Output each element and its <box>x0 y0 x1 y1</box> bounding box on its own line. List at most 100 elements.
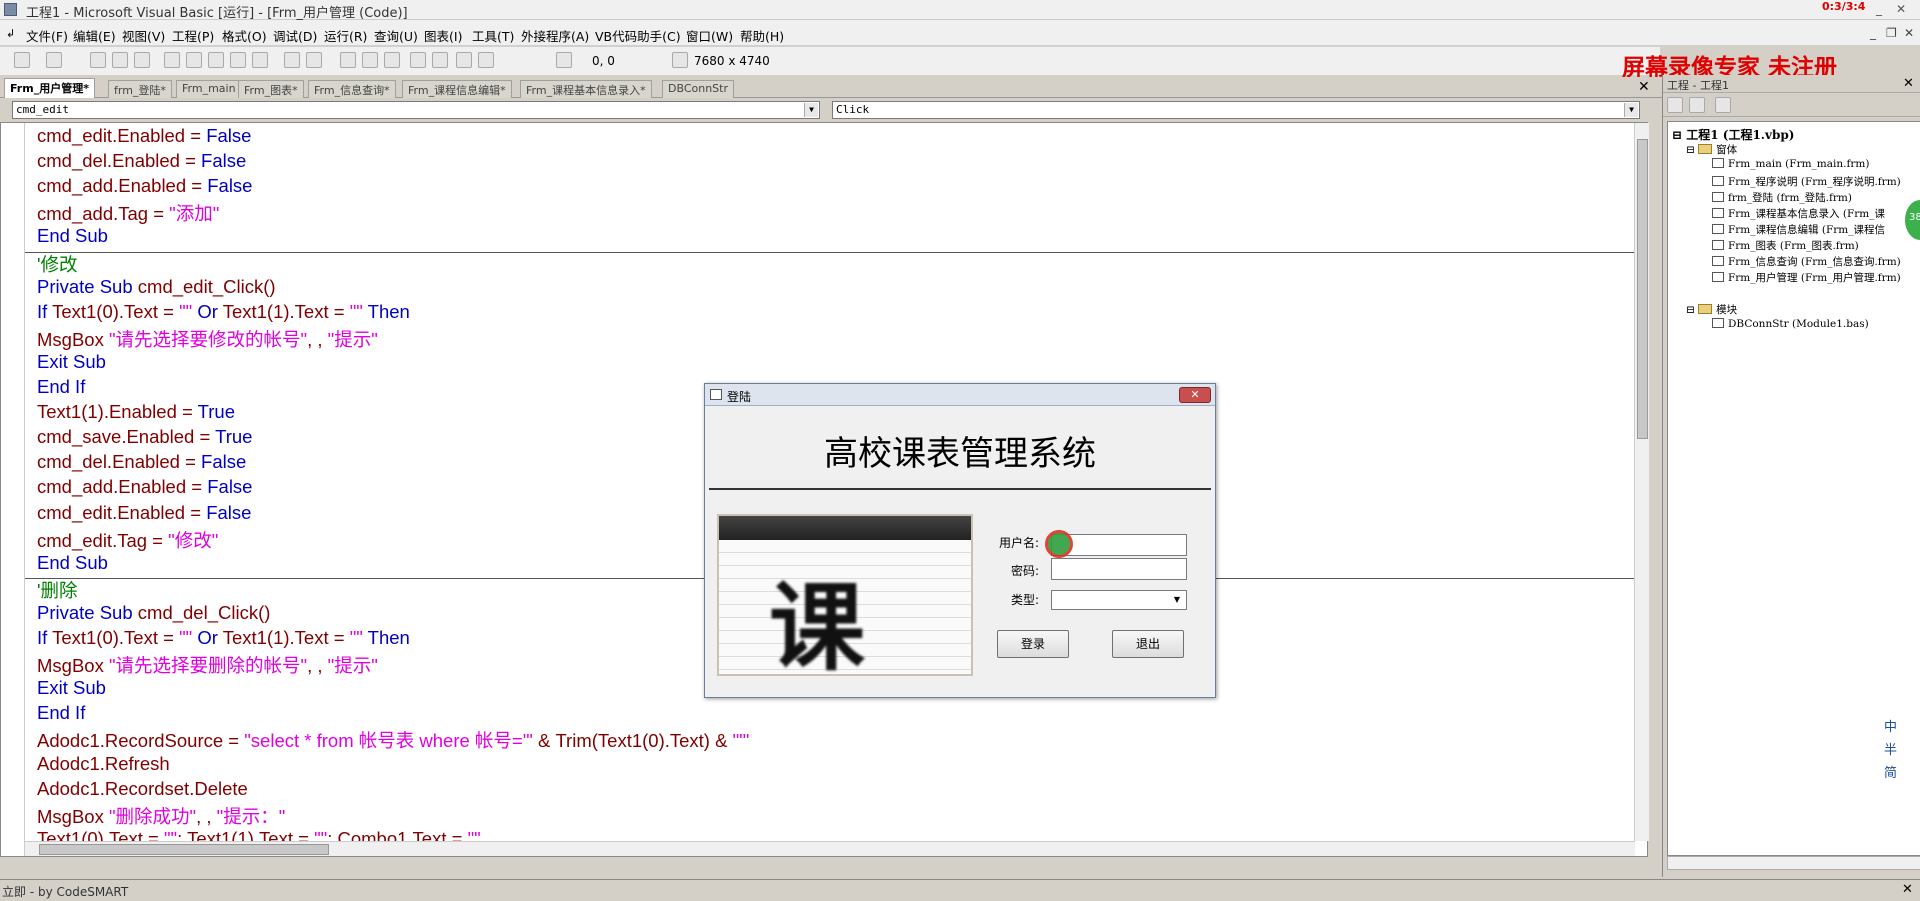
code-line[interactable]: cmd_save.Enabled = True <box>37 426 252 448</box>
tree-folder-modules[interactable]: ⊟ 模块 <box>1686 302 1737 317</box>
chevron-down-icon[interactable]: ▼ <box>1169 592 1185 608</box>
code-line[interactable]: End If <box>37 702 85 724</box>
scroll-thumb[interactable] <box>1637 139 1648 439</box>
tab-frm-user-mgmt[interactable]: Frm_用户管理* <box>4 78 95 98</box>
paste-icon[interactable] <box>208 52 224 68</box>
code-line[interactable]: Private Sub cmd_del_Click() <box>37 602 270 624</box>
tree-form-item[interactable]: Frm_课程信息编辑 (Frm_课程信 <box>1712 222 1885 237</box>
minimize-icon[interactable]: _ <box>1868 2 1890 16</box>
tree-horizontal-scrollbar[interactable] <box>1667 856 1920 870</box>
ime-mode-simplified[interactable]: 简 <box>1884 762 1897 781</box>
code-line[interactable]: If Text1(0).Text = "" Or Text1(1).Text =… <box>37 627 410 649</box>
code-line[interactable]: End If <box>37 376 85 398</box>
menu-tools[interactable]: 工具(T) <box>472 26 514 45</box>
menu-vb-assistant[interactable]: VB代码助手(C) <box>595 26 681 45</box>
properties-icon[interactable] <box>432 52 448 68</box>
view-code-icon[interactable] <box>1667 97 1683 113</box>
code-line[interactable]: End Sub <box>37 552 108 574</box>
open-icon[interactable] <box>112 52 128 68</box>
menu-diagram[interactable]: 图表(I) <box>424 26 462 45</box>
code-line[interactable]: '修改 <box>37 251 78 277</box>
tree-folder-forms[interactable]: ⊟ 窗体 <box>1686 142 1737 157</box>
undo-icon[interactable] <box>284 52 300 68</box>
toolbox-icon[interactable] <box>478 52 494 68</box>
tree-form-item[interactable]: Frm_图表 (Frm_图表.frm) <box>1712 238 1859 253</box>
close-panel-icon[interactable]: ✕ <box>1903 76 1914 91</box>
vertical-scrollbar[interactable] <box>1634 123 1649 841</box>
stop-icon[interactable] <box>384 52 400 68</box>
code-line[interactable]: cmd_add.Enabled = False <box>37 476 252 498</box>
login-button[interactable]: 登录 <box>997 630 1069 658</box>
break-icon[interactable] <box>362 52 378 68</box>
redo-icon[interactable] <box>306 52 322 68</box>
find-icon[interactable] <box>230 52 246 68</box>
chevron-down-icon[interactable]: ▼ <box>1624 103 1638 117</box>
code-line[interactable]: Adodc1.RecordSource = "select * from 帐号表… <box>37 727 749 753</box>
cut-icon[interactable] <box>164 52 180 68</box>
tree-form-item[interactable]: frm_登陆 (frm_登陆.frm) <box>1712 190 1852 205</box>
mdi-minimize-icon[interactable]: _ <box>1870 26 1876 40</box>
horizontal-scrollbar[interactable] <box>25 841 1635 856</box>
menu-debug[interactable]: 调试(D) <box>273 26 317 45</box>
code-line[interactable]: End Sub <box>37 225 108 247</box>
code-line[interactable]: cmd_edit.Enabled = False <box>37 502 251 524</box>
code-line[interactable]: MsgBox "删除成功", , "提示：" <box>37 803 285 829</box>
tree-form-item[interactable]: Frm_main (Frm_main.frm) <box>1712 158 1869 170</box>
code-line[interactable]: cmd_edit.Enabled = False <box>37 125 251 147</box>
save-icon[interactable] <box>134 52 150 68</box>
copy-icon[interactable] <box>186 52 202 68</box>
tree-form-item[interactable]: Frm_信息查询 (Frm_信息查询.frm) <box>1712 254 1901 269</box>
code-line[interactable]: cmd_del.Enabled = False <box>37 451 246 473</box>
code-line[interactable]: MsgBox "请先选择要修改的帐号", , "提示" <box>37 326 378 352</box>
tab-frm-course-entry[interactable]: Frm_课程基本信息录入* <box>520 80 652 98</box>
menu-query[interactable]: 查询(U) <box>374 26 418 45</box>
menu-editor-icon[interactable] <box>90 52 106 68</box>
tab-frm-main[interactable]: Frm_main <box>176 80 242 98</box>
menu-project[interactable]: 工程(P) <box>172 26 214 45</box>
menu-file[interactable]: 文件(F) <box>26 26 68 45</box>
mdi-child-icon[interactable]: ↲ <box>6 27 15 40</box>
close-immediate-icon[interactable]: ✕ <box>1902 882 1913 897</box>
object-combo[interactable]: cmd_edit ▼ <box>12 101 820 119</box>
mdi-restore-icon[interactable]: ❐ <box>1886 26 1897 40</box>
code-line[interactable]: Text1(1).Enabled = True <box>37 401 235 423</box>
code-line[interactable]: Adodc1.Recordset.Delete <box>37 778 248 800</box>
mdi-close-icon[interactable]: ✕ <box>1904 26 1914 40</box>
chevron-down-icon[interactable]: ▼ <box>804 103 818 117</box>
code-line[interactable]: cmd_del.Enabled = False <box>37 150 246 172</box>
toggle-folders-icon[interactable] <box>1715 97 1731 113</box>
add-project-icon[interactable] <box>14 52 30 68</box>
code-line[interactable]: Private Sub cmd_edit_Click() <box>37 276 276 298</box>
view-object-icon[interactable] <box>1689 97 1705 113</box>
tab-frm-course-edit[interactable]: Frm_课程信息编辑* <box>402 80 512 98</box>
code-line[interactable]: cmd_add.Enabled = False <box>37 175 252 197</box>
menu-view[interactable]: 视图(V) <box>122 26 165 45</box>
code-line[interactable]: Adodc1.Refresh <box>37 753 170 775</box>
menu-edit[interactable]: 编辑(E) <box>73 26 116 45</box>
indent-icon[interactable] <box>252 52 268 68</box>
add-form-icon[interactable] <box>46 52 62 68</box>
menu-window[interactable]: 窗口(W) <box>686 26 733 45</box>
tab-frm-login[interactable]: frm_登陆* <box>108 80 172 98</box>
tree-root[interactable]: ⊟ 工程1 (工程1.vbp) <box>1672 126 1794 143</box>
code-line[interactable]: '删除 <box>37 577 78 603</box>
scroll-thumb[interactable] <box>39 844 329 855</box>
form-layout-icon[interactable] <box>456 52 472 68</box>
menu-format[interactable]: 格式(O) <box>222 26 267 45</box>
ime-mode-half[interactable]: 半 <box>1884 739 1897 758</box>
project-explorer-icon[interactable] <box>410 52 426 68</box>
start-icon[interactable] <box>340 52 356 68</box>
code-line[interactable]: MsgBox "请先选择要删除的帐号", , "提示" <box>37 652 378 678</box>
close-window-icon[interactable]: ✕ <box>1890 2 1912 16</box>
exit-button[interactable]: 退出 <box>1112 630 1184 658</box>
menu-addins[interactable]: 外接程序(A) <box>521 26 589 45</box>
code-line[interactable]: Exit Sub <box>37 677 106 699</box>
tab-frm-chart[interactable]: Frm_图表* <box>238 80 304 98</box>
ime-mode-cn[interactable]: 中 <box>1884 716 1897 735</box>
procedure-combo[interactable]: Click ▼ <box>832 101 1640 119</box>
tree-form-item[interactable]: Frm_程序说明 (Frm_程序说明.frm) <box>1712 174 1901 189</box>
tree-form-item[interactable]: Frm_用户管理 (Frm_用户管理.frm) <box>1712 270 1901 285</box>
code-line[interactable]: Exit Sub <box>37 351 106 373</box>
tree-form-item[interactable]: Frm_课程基本信息录入 (Frm_课 <box>1712 206 1885 221</box>
password-input[interactable] <box>1051 558 1187 580</box>
